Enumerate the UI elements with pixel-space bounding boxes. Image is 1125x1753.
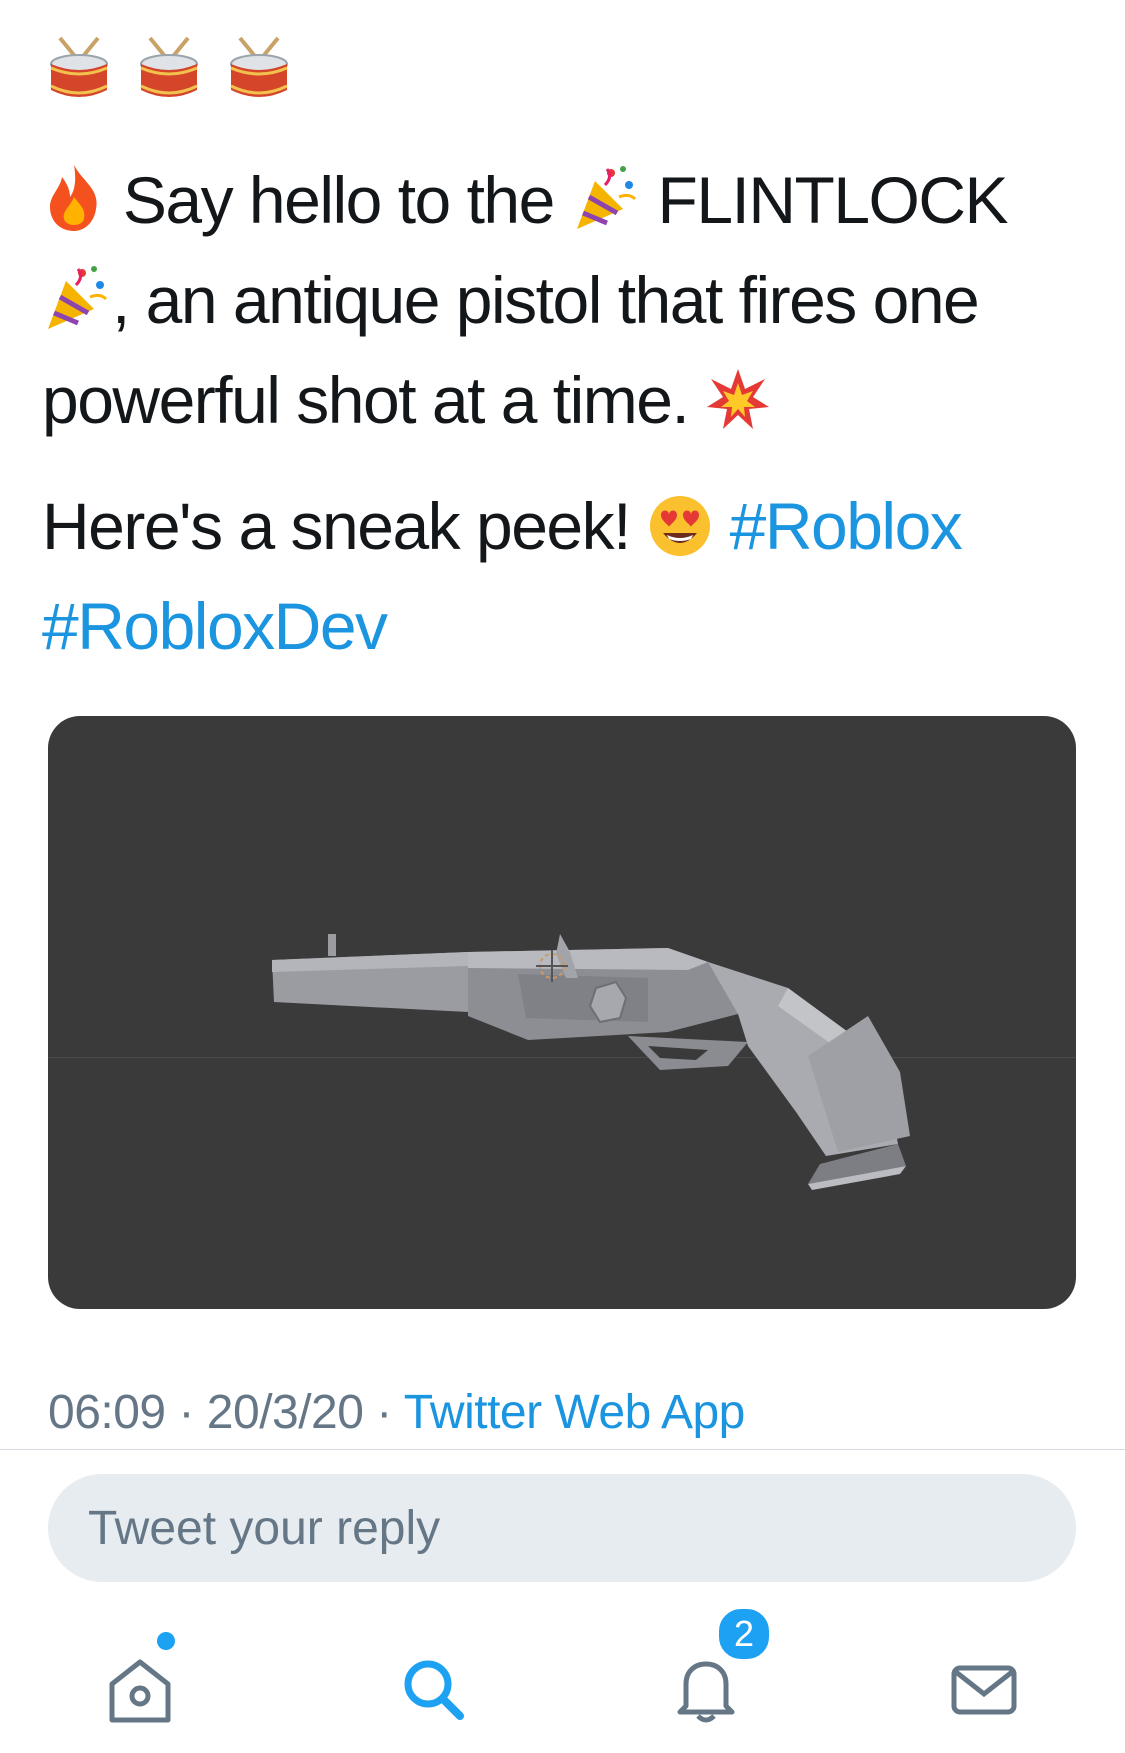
tweet-line-2-text: , an antique pistol that fires one bbox=[112, 263, 980, 337]
hashtag-roblox-link[interactable]: #Roblox bbox=[730, 489, 963, 563]
tweet-body: Say hello to the FLINTLOCK , an antique … bbox=[42, 150, 1062, 676]
reply-input[interactable]: Tweet your reply bbox=[48, 1474, 1076, 1582]
tweet-media-image[interactable] bbox=[48, 716, 1076, 1309]
tweet-line-1-word: FLINTLOCK bbox=[657, 163, 1009, 237]
drum-icon bbox=[140, 36, 198, 97]
party-popper-icon bbox=[576, 166, 636, 229]
party-popper-icon bbox=[48, 266, 108, 329]
drum-icon bbox=[230, 36, 288, 97]
tweet-time: 06:09 bbox=[48, 1386, 166, 1439]
hashtag-robloxdev-link[interactable]: #RobloxDev bbox=[42, 589, 388, 663]
tweet-meta: 06:09 · 20/3/20 · Twitter Web App bbox=[48, 1385, 745, 1440]
flintlock-pistol-render bbox=[272, 934, 910, 1190]
notifications-badge: 2 bbox=[716, 1606, 772, 1662]
tweet-date: 20/3/20 bbox=[206, 1386, 364, 1439]
reply-placeholder: Tweet your reply bbox=[88, 1501, 441, 1555]
collision-icon bbox=[707, 369, 770, 429]
meta-separator: · bbox=[376, 1386, 392, 1439]
drum-emoji-row bbox=[48, 36, 290, 102]
tweet-paragraph-1: Say hello to the FLINTLOCK , an antique … bbox=[42, 150, 1062, 450]
meta-separator: · bbox=[178, 1386, 194, 1439]
drum-icon bbox=[50, 36, 108, 97]
divider bbox=[0, 1449, 1125, 1450]
home-icon[interactable] bbox=[100, 1648, 180, 1728]
home-unread-dot bbox=[157, 1632, 175, 1650]
tweet-source-link[interactable]: Twitter Web App bbox=[404, 1386, 746, 1439]
messages-mail-icon[interactable] bbox=[944, 1648, 1024, 1728]
tweet-line-1-text: Say hello to the bbox=[122, 163, 555, 237]
tweet-line-3-text: powerful shot at a time. bbox=[42, 363, 690, 437]
fire-icon bbox=[50, 165, 97, 231]
tweet-para2-text: Here's a sneak peek! bbox=[42, 489, 631, 563]
tweet-paragraph-2: Here's a sneak peek! #Roblox #RobloxDev bbox=[42, 476, 1062, 676]
heart-eyes-icon bbox=[649, 496, 710, 556]
search-icon[interactable] bbox=[392, 1648, 472, 1728]
